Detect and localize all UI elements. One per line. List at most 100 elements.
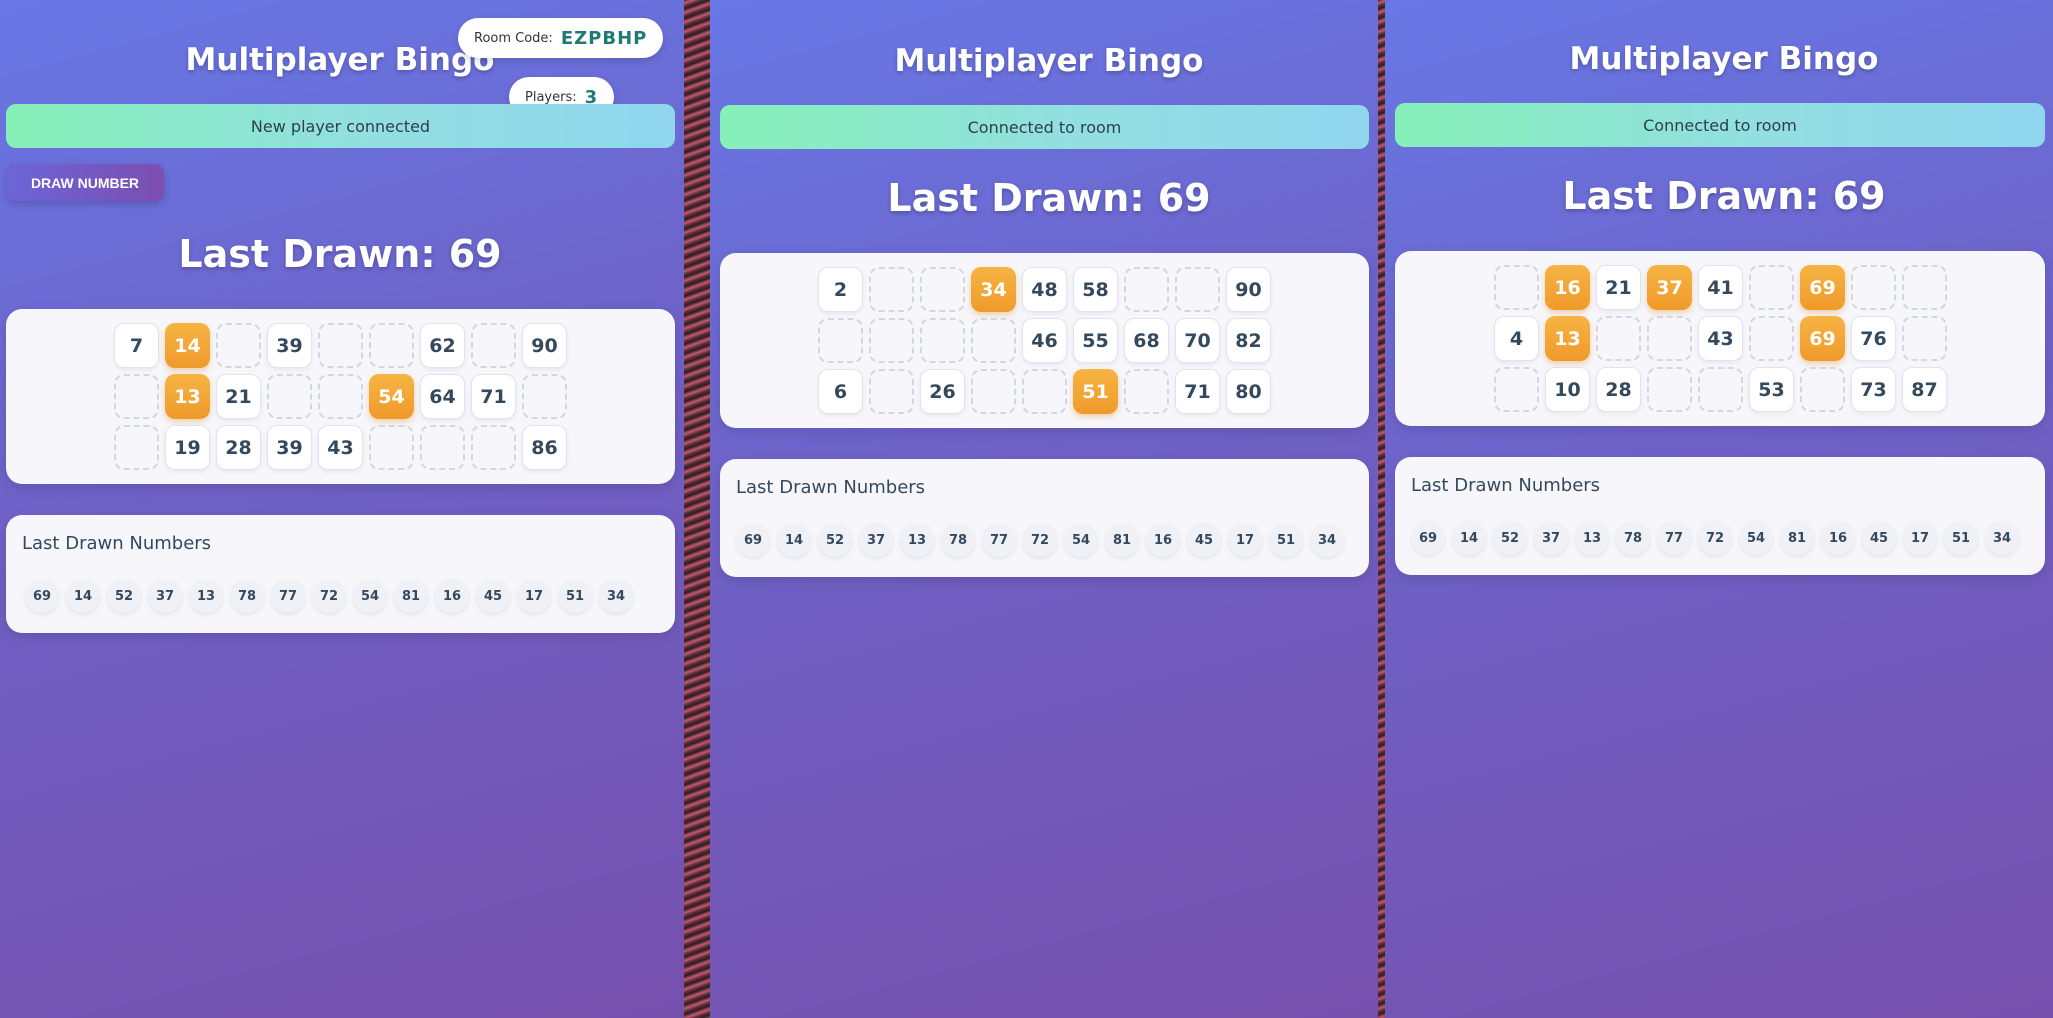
bingo-cell[interactable]: 21	[1596, 265, 1641, 310]
bingo-cell[interactable]: 21	[216, 374, 261, 419]
bingo-cell-marked[interactable]: 54	[369, 374, 414, 419]
history-chip: 78	[230, 579, 264, 613]
bingo-cell-empty	[1175, 267, 1220, 312]
bingo-cell[interactable]: 6	[818, 369, 863, 414]
history-chip: 45	[1862, 521, 1896, 555]
last-drawn-heading: Last Drawn: 69	[887, 176, 1211, 220]
last-drawn-heading: Last Drawn: 69	[178, 232, 502, 276]
bingo-cell[interactable]: 28	[1596, 367, 1641, 412]
bingo-cell-empty	[267, 374, 312, 419]
bingo-cell[interactable]: 10	[1545, 367, 1590, 412]
bingo-cell-marked[interactable]: 37	[1647, 265, 1692, 310]
bingo-cell-empty	[420, 425, 465, 470]
bingo-cell[interactable]: 82	[1226, 318, 1271, 363]
bingo-cell-empty	[1647, 367, 1692, 412]
bingo-cell[interactable]: 7	[114, 323, 159, 368]
bingo-cell-empty	[1749, 316, 1794, 361]
background-strip	[684, 0, 710, 1018]
bingo-cell-marked[interactable]: 69	[1800, 265, 1845, 310]
bingo-cell[interactable]: 55	[1073, 318, 1118, 363]
bingo-cell[interactable]: 90	[522, 323, 567, 368]
history-list: 69 14 52 37 13 78 77 72 54 81 16 45 17 51 34	[25, 579, 633, 613]
bingo-cell[interactable]: 39	[267, 425, 312, 470]
bingo-cell-empty	[1494, 265, 1539, 310]
bingo-cell-empty	[114, 425, 159, 470]
bingo-cell[interactable]: 46	[1022, 318, 1067, 363]
bingo-cell[interactable]: 70	[1175, 318, 1220, 363]
bingo-cell-marked[interactable]: 14	[165, 323, 210, 368]
history-chip: 72	[1023, 523, 1057, 557]
history-title: Last Drawn Numbers	[736, 477, 926, 498]
bingo-cell[interactable]: 86	[522, 425, 567, 470]
bingo-cell[interactable]: 90	[1226, 267, 1271, 312]
history-chip: 17	[1228, 523, 1262, 557]
player2-window: Multiplayer Bingo Connected to room Last…	[710, 0, 1378, 1018]
draw-number-button[interactable]: DRAW NUMBER	[6, 164, 164, 201]
bingo-cell-empty	[471, 425, 516, 470]
bingo-cell-empty	[869, 267, 914, 312]
bingo-cell-empty	[1698, 367, 1743, 412]
bingo-cell[interactable]: 73	[1851, 367, 1896, 412]
bingo-cell[interactable]: 4	[1494, 316, 1539, 361]
bingo-card: 7 14 39 62 90 13 21 54 64 71 19 28 39 43 86	[6, 309, 675, 484]
history-chip: 51	[1944, 521, 1978, 555]
room-code-value: EZPBHP	[560, 27, 648, 49]
bingo-cell[interactable]: 87	[1902, 367, 1947, 412]
history-chip: 51	[1269, 523, 1303, 557]
bingo-cell-empty	[869, 318, 914, 363]
history-chip: 52	[1493, 521, 1527, 555]
bingo-cell-marked[interactable]: 13	[165, 374, 210, 419]
history-chip: 52	[107, 579, 141, 613]
bingo-cell[interactable]: 2	[818, 267, 863, 312]
bingo-cell-marked[interactable]: 13	[1545, 316, 1590, 361]
bingo-cell-empty	[1022, 369, 1067, 414]
bingo-grid: 7 14 39 62 90 13 21 54 64 71 19 28 39 43 86	[114, 323, 567, 470]
history-card: Last Drawn Numbers 69 14 52 37 13 78 77 72 54 81 1…	[6, 515, 675, 633]
bingo-cell-empty	[216, 323, 261, 368]
bingo-cell-empty	[1749, 265, 1794, 310]
history-chip: 34	[599, 579, 633, 613]
bingo-cell-marked[interactable]: 69	[1800, 316, 1845, 361]
history-card: Last Drawn Numbers 69 14 52 37 13 78 77 72 54 81 1…	[720, 459, 1369, 577]
bingo-grid: 2 34 48 58 90 46 55 68 70 82 6 26 51 71 80	[818, 267, 1271, 414]
bingo-cell-empty	[1596, 316, 1641, 361]
bingo-cell[interactable]: 19	[165, 425, 210, 470]
bingo-cell[interactable]: 58	[1073, 267, 1118, 312]
bingo-cell[interactable]: 26	[920, 369, 965, 414]
bingo-cell[interactable]: 68	[1124, 318, 1169, 363]
bingo-cell[interactable]: 39	[267, 323, 312, 368]
bingo-cell-empty	[1647, 316, 1692, 361]
bingo-cell-empty	[971, 369, 1016, 414]
last-drawn-heading: Last Drawn: 69	[1562, 174, 1886, 218]
bingo-cell-marked[interactable]: 51	[1073, 369, 1118, 414]
history-chip: 16	[435, 579, 469, 613]
bingo-cell-marked[interactable]: 34	[971, 267, 1016, 312]
bingo-cell[interactable]: 28	[216, 425, 261, 470]
bingo-cell[interactable]: 43	[318, 425, 363, 470]
history-chip: 16	[1821, 521, 1855, 555]
bingo-cell-marked[interactable]: 16	[1545, 265, 1590, 310]
bingo-cell[interactable]: 76	[1851, 316, 1896, 361]
bingo-cell[interactable]: 64	[420, 374, 465, 419]
bingo-cell[interactable]: 80	[1226, 369, 1271, 414]
bingo-card: 2 34 48 58 90 46 55 68 70 82 6 26 51 71 80	[720, 253, 1369, 428]
history-chip: 81	[1780, 521, 1814, 555]
bingo-cell-empty	[1902, 316, 1947, 361]
bingo-cell[interactable]: 43	[1698, 316, 1743, 361]
bingo-cell[interactable]: 62	[420, 323, 465, 368]
bingo-cell-empty	[1124, 369, 1169, 414]
bingo-cell-empty	[471, 323, 516, 368]
app-title: Multiplayer Bingo	[1569, 41, 1879, 77]
bingo-cell-empty	[1851, 265, 1896, 310]
app-title: Multiplayer Bingo	[894, 43, 1204, 79]
bingo-cell[interactable]: 48	[1022, 267, 1067, 312]
history-chip: 14	[777, 523, 811, 557]
background-strip	[1378, 0, 1385, 1018]
bingo-cell[interactable]: 71	[1175, 369, 1220, 414]
bingo-cell[interactable]: 53	[1749, 367, 1794, 412]
bingo-cell[interactable]: 71	[471, 374, 516, 419]
history-chip: 45	[476, 579, 510, 613]
history-chip: 34	[1985, 521, 2019, 555]
bingo-cell[interactable]: 41	[1698, 265, 1743, 310]
history-chip: 16	[1146, 523, 1180, 557]
